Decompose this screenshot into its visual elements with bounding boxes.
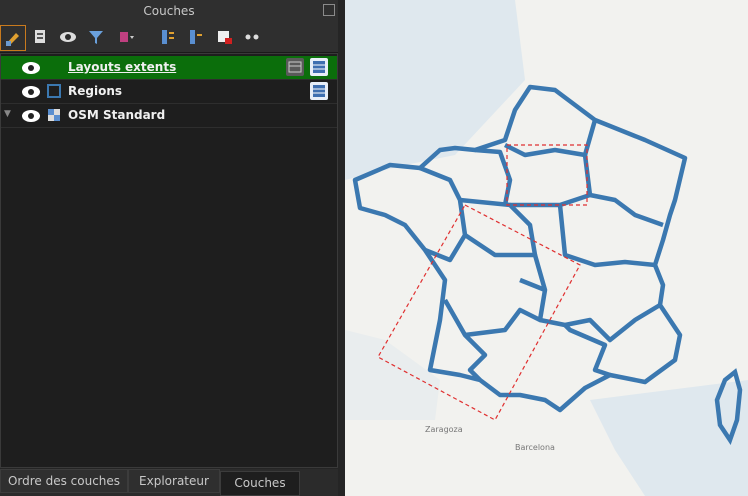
panel-title-text: Couches xyxy=(143,4,195,18)
layer-row-osm-standard[interactable]: ▼ OSM Standard xyxy=(1,104,337,128)
panel-tabs: Ordre des couches Explorateur Couches xyxy=(0,469,338,496)
expand-all-icon[interactable] xyxy=(156,25,180,49)
open-table-icon[interactable] xyxy=(310,58,328,76)
filter-icon[interactable] xyxy=(84,25,108,49)
layer-label: OSM Standard xyxy=(68,108,166,122)
layer-label: Regions xyxy=(68,84,123,98)
panel-title: Couches xyxy=(0,0,338,22)
layers-panel: Couches Layouts extents Regions ▼ OSM St… xyxy=(0,0,345,496)
map-canvas[interactable]: Zaragoza Barcelona xyxy=(345,0,748,496)
map-view[interactable]: Zaragoza Barcelona xyxy=(345,0,748,496)
float-panel-button[interactable] xyxy=(323,4,335,16)
expand-arrow-icon[interactable]: ▼ xyxy=(4,109,11,119)
visibility-eye-icon[interactable] xyxy=(21,84,41,100)
basemap-label-barcelona: Barcelona xyxy=(515,443,555,452)
layer-tree: Layouts extents Regions ▼ OSM Standard xyxy=(0,53,338,468)
tab-ordre-des-couches[interactable]: Ordre des couches xyxy=(0,469,128,493)
visibility-eye-icon[interactable] xyxy=(21,60,41,76)
filter-legend-icon[interactable] xyxy=(114,25,138,49)
tab-couches[interactable]: Couches xyxy=(220,471,300,496)
layer-row-regions[interactable]: Regions xyxy=(1,80,337,104)
layers-toolbar xyxy=(0,22,338,53)
visibility-icon[interactable] xyxy=(56,25,80,49)
layer-attribute-table-icon[interactable] xyxy=(286,58,304,76)
remove-layer-icon[interactable] xyxy=(212,25,236,49)
layer-label: Layouts extents xyxy=(68,60,177,74)
style-manager-icon[interactable] xyxy=(0,25,26,51)
polygon-symbol-icon xyxy=(47,84,61,98)
visibility-eye-icon[interactable] xyxy=(21,108,41,124)
raster-tile-icon xyxy=(47,108,61,122)
basemap-label-zaragoza: Zaragoza xyxy=(425,425,463,434)
add-group-icon[interactable] xyxy=(28,25,52,49)
open-table-icon[interactable] xyxy=(310,82,328,100)
layer-row-layouts-extents[interactable]: Layouts extents xyxy=(1,56,337,80)
tab-explorateur[interactable]: Explorateur xyxy=(128,469,220,493)
more-icon[interactable] xyxy=(240,25,264,49)
collapse-all-icon[interactable] xyxy=(184,25,208,49)
